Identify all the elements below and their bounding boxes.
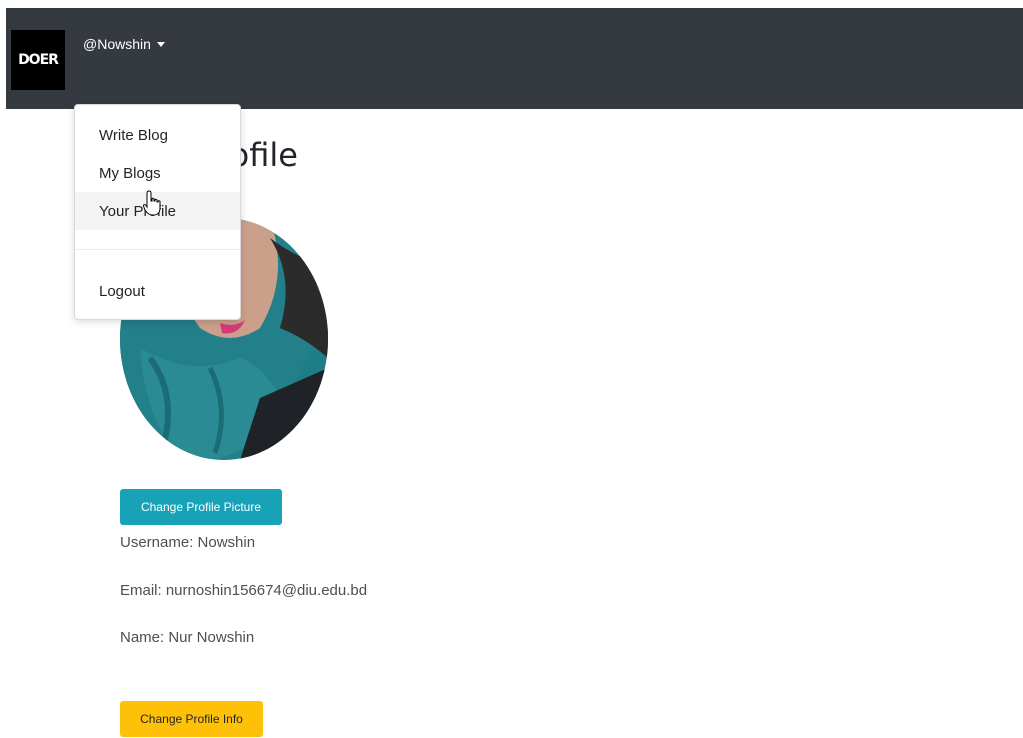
- brand-logo[interactable]: DOER: [11, 30, 65, 90]
- page: DOER @Nowshin Your Profile Change Profil…: [0, 0, 1023, 738]
- navbar: DOER @Nowshin: [6, 8, 1023, 109]
- hand-pointer-icon: [143, 190, 161, 216]
- username-info: Username: Nowshin: [120, 534, 256, 551]
- menu-item-logout[interactable]: Logout: [75, 272, 240, 310]
- name-info: Name: Nur Nowshin: [120, 629, 255, 646]
- user-dropdown-toggle[interactable]: @Nowshin: [83, 36, 165, 52]
- brand-text: DOER: [18, 52, 59, 68]
- change-profile-info-button[interactable]: Change Profile Info: [120, 701, 263, 737]
- email-info: Email: nurnoshin156674@diu.edu.bd: [120, 582, 368, 599]
- username-label: @Nowshin: [83, 36, 151, 52]
- menu-item-my-blogs[interactable]: My Blogs: [75, 154, 240, 192]
- menu-item-write-blog[interactable]: Write Blog: [75, 116, 240, 154]
- change-profile-picture-button[interactable]: Change Profile Picture: [120, 489, 282, 525]
- menu-divider: [75, 249, 240, 250]
- caret-down-icon: [156, 42, 165, 47]
